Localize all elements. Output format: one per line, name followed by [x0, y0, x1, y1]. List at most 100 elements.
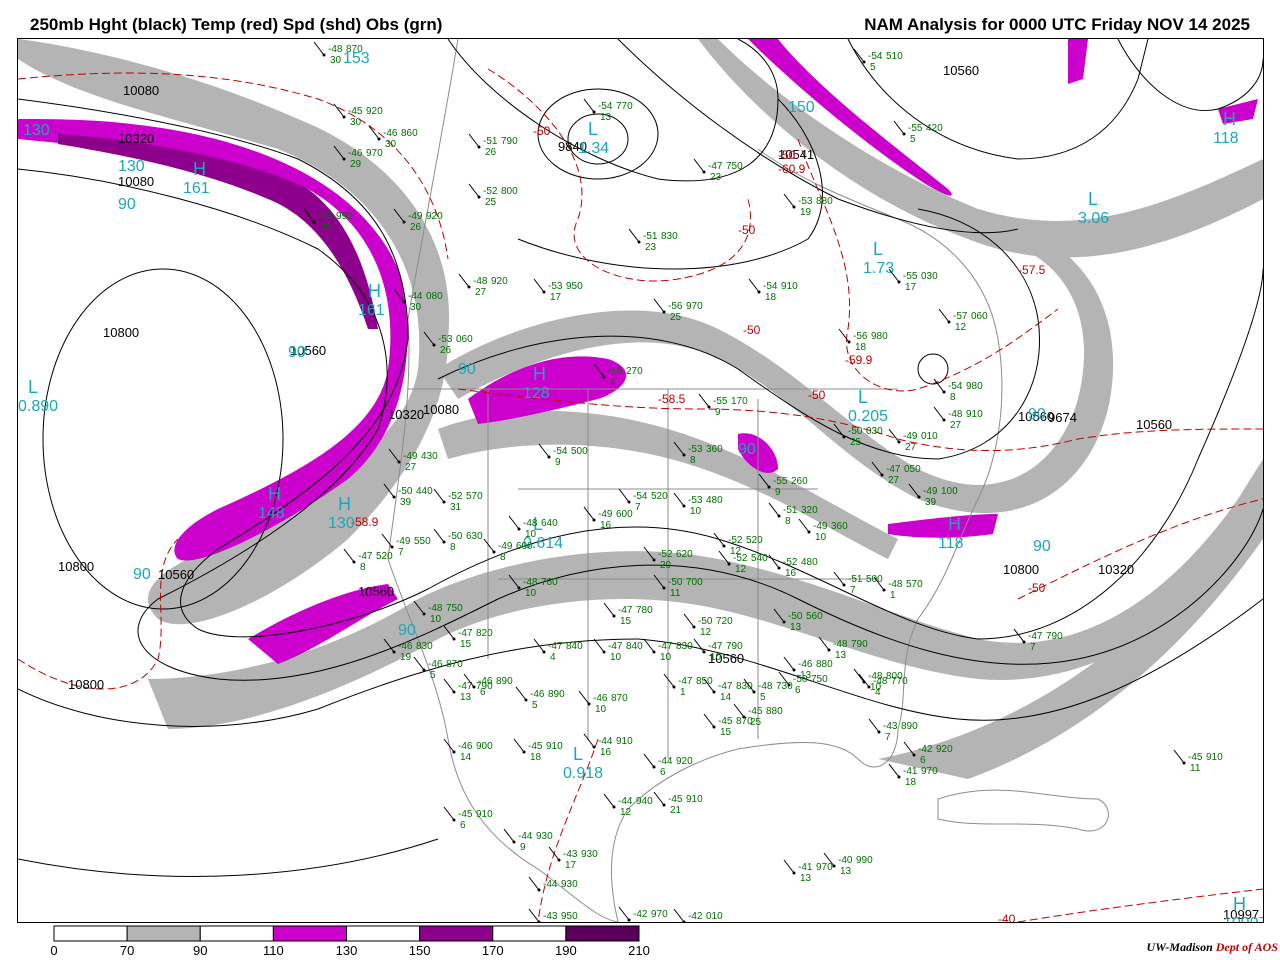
obs-height: 900 — [476, 741, 493, 752]
obs-temperature: -52 — [483, 186, 498, 197]
obs-height: 800 — [886, 671, 903, 682]
wind-barb — [528, 908, 540, 922]
wind-barb — [838, 328, 850, 343]
obs-temperature: -58 — [608, 366, 623, 377]
obs-temperature: -56 — [853, 331, 868, 342]
obs-height: 850 — [696, 676, 713, 687]
obs-dewpoint-depression: 10 — [870, 682, 882, 693]
speed-contour-label: 90 — [398, 622, 416, 639]
wind-barb — [868, 718, 880, 733]
obs-dewpoint-depression: 7 — [885, 732, 891, 743]
wind-barb — [513, 738, 525, 753]
high-marker: H — [533, 364, 546, 384]
wind-barb — [368, 125, 380, 140]
obs-dewpoint-depression: 10 — [660, 652, 672, 663]
obs-dewpoint-depression: 10 — [525, 529, 537, 540]
temperature-label: -50 — [743, 323, 761, 337]
obs-dewpoint-depression: 5 — [532, 700, 538, 711]
obs-height: 920 — [491, 276, 508, 287]
obs-dewpoint-depression: 9 — [775, 487, 781, 498]
obs-dewpoint-depression: 12 — [620, 807, 632, 818]
height-label: 10800 — [1003, 562, 1039, 577]
station-obs: -48 910 27 — [933, 406, 983, 431]
speed-legend: 0 70 90 110 130 150 170 190 210 — [50, 925, 650, 958]
wind-barb — [663, 673, 675, 688]
obs-height: 440 — [416, 486, 433, 497]
obs-dewpoint-depression: 17 — [905, 282, 917, 293]
obs-dewpoint-depression: 12 — [735, 564, 747, 575]
speed-contour-label: 130 — [118, 158, 145, 175]
wind-barb — [443, 678, 455, 693]
obs-dewpoint-depression: 31 — [450, 502, 462, 513]
obs-temperature: -54 — [868, 51, 883, 62]
obs-temperature: -46 — [428, 659, 443, 670]
obs-height: 950 — [561, 911, 578, 922]
station-obs: -51 500 7 — [833, 571, 883, 596]
legend-bin — [565, 925, 640, 942]
obs-height: 990 — [336, 211, 353, 222]
wind-barb — [653, 791, 665, 806]
obs-height: 910 — [476, 809, 493, 820]
obs-dewpoint-depression: 29 — [350, 159, 362, 170]
obs-height: 620 — [676, 549, 693, 560]
station-obs: -52 570 31 — [433, 488, 483, 513]
obs-height: 790 — [726, 641, 743, 652]
wind-barb — [343, 548, 355, 563]
obs-temperature: -45 — [718, 716, 733, 727]
station-obs: -43 950 — [528, 908, 578, 922]
wind-barb — [698, 393, 710, 408]
obs-temperature: -42 — [633, 909, 648, 920]
wind-barb — [618, 906, 630, 921]
obs-dewpoint-depression: 15 — [620, 616, 632, 627]
wind-barb — [888, 763, 900, 778]
obs-temperature: -44 — [518, 831, 533, 842]
obs-dewpoint-depression: 10 — [430, 614, 442, 625]
obs-dewpoint-depression: 30 — [410, 302, 422, 313]
wind-barb — [593, 638, 605, 653]
station-obs: -49 690 8 — [483, 538, 533, 563]
obs-dewpoint-depression: 5 — [760, 692, 766, 703]
obs-temperature: -47 — [708, 641, 723, 652]
height-label: 10320 — [388, 407, 424, 422]
obs-height: 360 — [706, 444, 723, 455]
obs-dewpoint-depression: 10 — [595, 704, 607, 715]
obs-height: 920 — [366, 106, 383, 117]
obs-dewpoint-depression: 13 — [800, 670, 812, 681]
obs-temperature: -55 — [903, 271, 918, 282]
obs-dewpoint-depression: 18 — [765, 292, 777, 303]
obs-dewpoint-depression: 13 — [835, 650, 847, 661]
obs-dewpoint-depression: 18 — [530, 752, 542, 763]
island — [937, 789, 1109, 832]
station-obs: -44 940 12 — [603, 793, 653, 818]
wind-barb — [693, 158, 705, 173]
height-label: 10080 — [423, 402, 459, 417]
obs-temperature: -49 — [923, 486, 938, 497]
obs-height: 570 — [906, 579, 923, 590]
low-marker: L — [1088, 189, 1098, 209]
obs-dewpoint-depression: 6 — [660, 767, 666, 778]
obs-temperature: -48 — [473, 276, 488, 287]
height-contour — [517, 98, 823, 270]
wind-barb — [783, 656, 795, 671]
obs-height: 360 — [831, 521, 848, 532]
wind-barb — [458, 273, 470, 288]
height-label: 10560 — [358, 584, 394, 599]
obs-height: 830 — [661, 231, 678, 242]
obs-temperature: -54 — [598, 101, 613, 112]
station-obs: -41 970 13 — [783, 859, 833, 884]
height-label: 10080 — [123, 83, 159, 98]
wind-barb — [673, 492, 685, 507]
extremum-value: 118 — [1213, 130, 1239, 147]
jet-core-magenta — [1068, 39, 1088, 84]
station-obs: -53 480 10 — [673, 492, 723, 517]
speed-contour-label: 90 — [133, 566, 151, 583]
station-obs: -46 870 5 — [413, 656, 463, 681]
obs-height: 880 — [816, 196, 833, 207]
speed-contour-label: 90 — [118, 196, 136, 213]
station-obs: -45 910 6 — [443, 806, 493, 831]
extremum-value: 3.06 — [1078, 210, 1109, 227]
legend-tick-label: 110 — [263, 943, 284, 958]
obs-temperature: -51 — [643, 231, 658, 242]
station-obs: -49 010 27 — [888, 428, 938, 453]
high-marker: H — [1233, 894, 1246, 914]
